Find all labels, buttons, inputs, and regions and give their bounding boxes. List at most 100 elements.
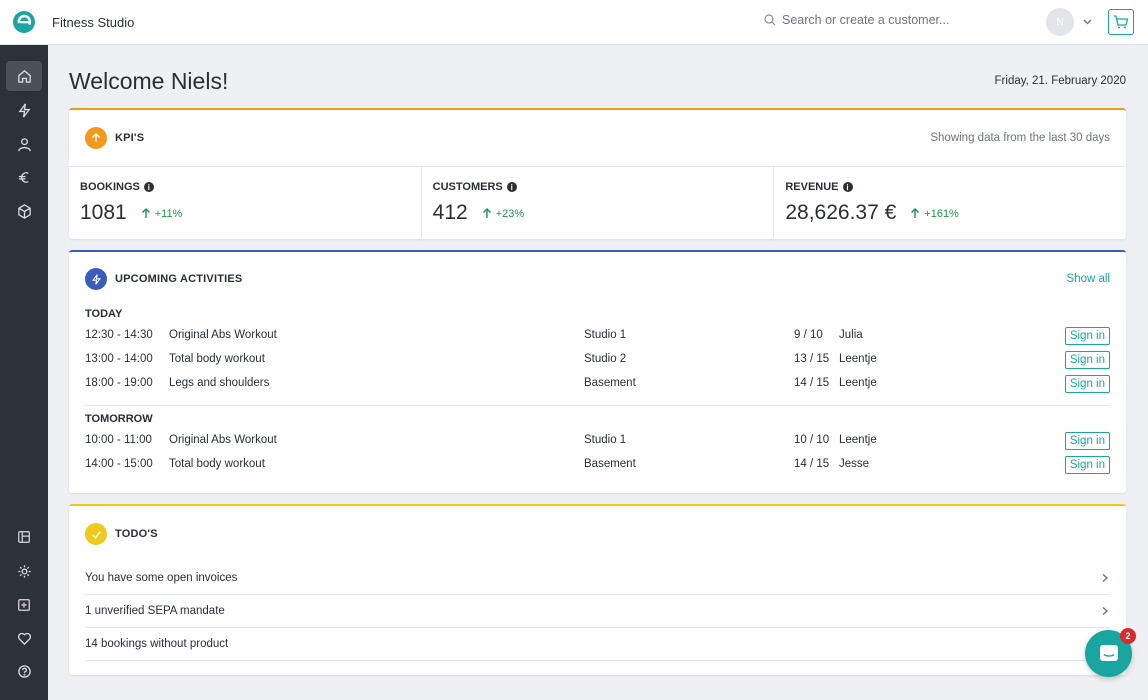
sidebar-item-finance[interactable] — [6, 162, 42, 192]
app-logo[interactable] — [0, 0, 48, 45]
todos-card-header: TODO'S — [69, 506, 1126, 562]
sidebar-item-help[interactable] — [6, 656, 42, 686]
sidebar-item-customers[interactable] — [6, 129, 42, 159]
lightning-icon — [18, 103, 30, 117]
kpi-value: 1081 — [80, 201, 127, 224]
activity-row[interactable]: 12:30 - 14:30 Original Abs Workout Studi… — [85, 324, 1110, 348]
info-icon[interactable]: i — [506, 182, 517, 192]
activities-card: UPCOMING ACTIVITIES Show all TODAY 12:30… — [69, 250, 1126, 493]
kpi-card: KPI'S Showing data from the last 30 days… — [69, 108, 1126, 241]
activity-time: 10:00 - 11:00 — [85, 434, 152, 446]
day-label: TODAY — [85, 308, 123, 320]
day-today: TODAY 12:30 - 14:30 Original Abs Workout… — [69, 308, 1126, 396]
todo-item[interactable]: 1 unverified SEPA mandate — [85, 595, 1110, 628]
kpi-trend-value: +23% — [495, 207, 525, 220]
app-title: Fitness Studio — [52, 14, 135, 30]
activity-instructor: Julia — [839, 329, 863, 341]
todo-item[interactable]: You have some open invoices — [85, 562, 1110, 595]
activity-capacity: 9 / 10 — [794, 329, 823, 341]
todo-list: You have some open invoices 1 unverified… — [69, 562, 1126, 661]
activity-instructor: Leentje — [839, 353, 877, 365]
todo-text: You have some open invoices — [85, 572, 238, 584]
search-icon — [764, 14, 776, 26]
kpi-label: CUSTOMERS — [432, 181, 503, 193]
chevron-down-icon[interactable] — [1082, 16, 1093, 27]
activity-instructor: Leentje — [839, 377, 877, 389]
activity-row[interactable]: 10:00 - 11:00 Original Abs Workout Studi… — [85, 429, 1110, 453]
activity-name: Legs and shoulders — [169, 377, 270, 389]
activity-name: Total body workout — [169, 353, 265, 365]
sign-in-button[interactable]: Sign in — [1064, 375, 1110, 393]
activity-row[interactable]: 13:00 - 14:00 Total body workout Studio … — [85, 348, 1110, 372]
activity-time: 18:00 - 19:00 — [85, 377, 153, 389]
info-icon[interactable]: i — [143, 182, 154, 192]
kpi-trend: +161% — [910, 208, 959, 220]
avatar[interactable]: N — [1046, 8, 1074, 36]
show-all-link[interactable]: Show all — [1067, 273, 1110, 285]
kpi-trend-value: +11% — [154, 207, 183, 220]
trend-up-icon — [482, 208, 491, 218]
sign-in-button[interactable]: Sign in — [1064, 327, 1110, 345]
kpi-revenue: REVENUE i 28,626.37 € +161% — [774, 167, 1126, 241]
customer-search[interactable]: Search or create a customer... — [764, 13, 949, 27]
activity-location: Studio 2 — [584, 353, 627, 365]
activity-capacity: 13 / 15 — [794, 353, 830, 365]
kpi-customers: CUSTOMERS i 412 +23% — [422, 167, 775, 241]
search-input[interactable]: Search or create a customer... — [782, 13, 949, 27]
info-icon[interactable]: i — [842, 182, 853, 192]
activity-time: 12:30 - 14:30 — [85, 329, 153, 341]
plus-square-icon — [18, 599, 30, 611]
sidebar-item-products[interactable] — [6, 196, 42, 226]
activity-location: Studio 1 — [584, 434, 627, 446]
euro-icon — [18, 171, 29, 183]
chat-launcher-button[interactable]: 2 — [1085, 628, 1136, 677]
sidebar-item-settings[interactable] — [6, 556, 42, 586]
sidebar — [0, 45, 48, 700]
activity-capacity: 10 / 10 — [794, 434, 830, 446]
todos-card: TODO'S You have some open invoices 1 unv… — [69, 504, 1126, 675]
kpi-label: BOOKINGS — [80, 181, 140, 193]
kpi-trend-value: +161% — [924, 207, 959, 220]
todo-text: 14 bookings without product — [85, 638, 229, 650]
sign-in-button[interactable]: Sign in — [1064, 351, 1110, 369]
cart-button[interactable] — [1108, 9, 1134, 35]
kpi-value: 412 — [432, 201, 468, 224]
logo-icon — [13, 11, 35, 33]
kpi-card-header: KPI'S Showing data from the last 30 days — [69, 110, 1126, 166]
day-tomorrow: TOMORROW 10:00 - 11:00 Original Abs Work… — [69, 413, 1126, 477]
activity-capacity: 14 / 15 — [794, 458, 830, 470]
activities-card-title: UPCOMING ACTIVITIES — [115, 273, 243, 285]
current-date: Friday, 21. February 2020 — [994, 75, 1126, 87]
activity-row[interactable]: 18:00 - 19:00 Legs and shoulders Basemen… — [85, 372, 1110, 396]
unread-badge: 2 — [1120, 628, 1136, 644]
sidebar-item-home[interactable] — [6, 61, 42, 91]
trend-up-icon — [911, 208, 920, 218]
sign-in-button[interactable]: Sign in — [1064, 432, 1110, 450]
sidebar-item-activities[interactable] — [6, 95, 42, 125]
heart-icon — [17, 632, 31, 645]
help-icon — [17, 664, 31, 678]
activity-name: Original Abs Workout — [169, 329, 277, 341]
kpi-trend: +23% — [482, 208, 524, 220]
arrow-up-icon — [92, 133, 100, 142]
top-bar: Fitness Studio Search or create a custom… — [0, 0, 1148, 45]
sidebar-item-layout[interactable] — [6, 522, 42, 552]
chevron-right-icon — [1102, 606, 1109, 616]
kpi-bookings: BOOKINGS i 1081 +11% — [69, 167, 422, 241]
trend-up-icon — [141, 208, 150, 218]
gear-icon — [17, 564, 31, 578]
todo-text: 1 unverified SEPA mandate — [85, 605, 225, 617]
todo-item[interactable]: 14 bookings without product — [85, 628, 1110, 661]
activity-time: 14:00 - 15:00 — [85, 458, 153, 470]
activity-name: Original Abs Workout — [169, 434, 277, 446]
activity-capacity: 14 / 15 — [794, 377, 830, 389]
sidebar-item-add[interactable] — [6, 590, 42, 620]
kpi-period-note: Showing data from the last 30 days — [930, 132, 1110, 144]
sidebar-item-favorites[interactable] — [6, 623, 42, 653]
activity-row[interactable]: 14:00 - 15:00 Total body workout Basemen… — [85, 453, 1110, 477]
home-icon — [17, 69, 31, 83]
activity-instructor: Leentje — [839, 434, 877, 446]
kpi-card-title: KPI'S — [115, 132, 145, 144]
sign-in-button[interactable]: Sign in — [1064, 456, 1110, 474]
activities-badge — [85, 268, 107, 290]
